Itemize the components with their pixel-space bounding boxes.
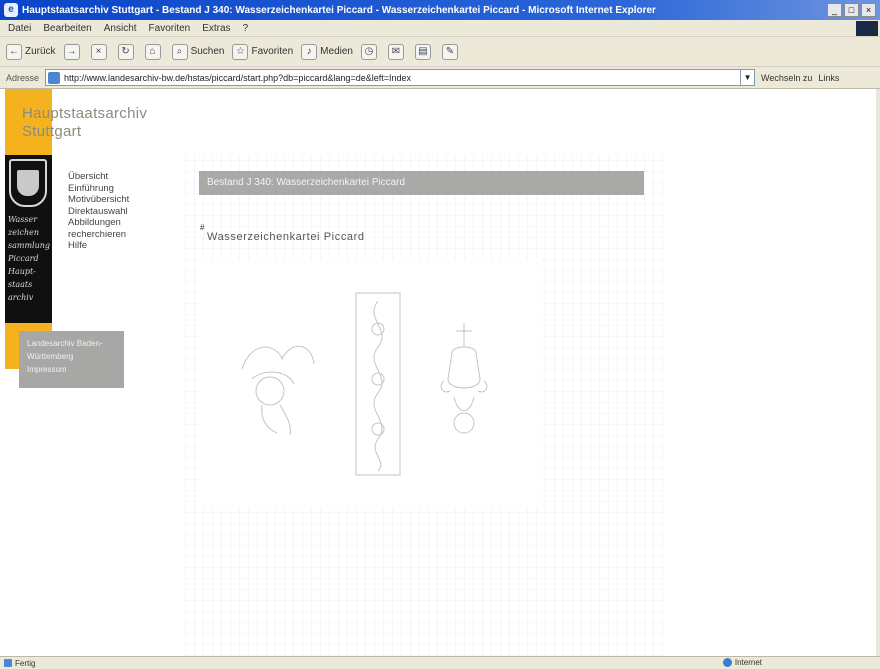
back-arrow-icon: ← [6, 43, 22, 60]
handwriting-line: staats [8, 280, 33, 289]
maximize-button[interactable]: □ [844, 3, 859, 17]
vertical-scrollbar[interactable] [876, 89, 880, 656]
back-label: Zurück [25, 46, 56, 57]
go-button[interactable]: Wechseln zu [761, 73, 812, 83]
security-zone: Internet [722, 658, 762, 667]
menu-favorites[interactable]: Favoriten [149, 23, 191, 34]
title-bar[interactable]: e Hauptstaatsarchiv Stuttgart - Bestand … [0, 0, 880, 20]
zone-label: Internet [734, 658, 762, 667]
browser-window: e Hauptstaatsarchiv Stuttgart - Bestand … [0, 0, 880, 669]
menu-view[interactable]: Ansicht [104, 23, 137, 34]
handwriting-line: Piccard [8, 254, 39, 263]
status-text: Fertig [15, 658, 36, 668]
media-icon: ♪ [301, 43, 318, 60]
info-line[interactable]: Impressum [27, 363, 116, 376]
address-bar: Adresse ▼ Wechseln zu Links [0, 67, 880, 89]
menu-tools[interactable]: Extras [202, 23, 230, 34]
window-title: Hauptstaatsarchiv Stuttgart - Bestand J … [22, 4, 656, 16]
handwriting-line: Haupt- [8, 267, 36, 276]
menu-bar: Datei Bearbeiten Ansicht Favoriten Extra… [0, 20, 880, 37]
address-dropdown[interactable]: ▼ [740, 70, 754, 85]
search-label: Suchen [190, 46, 225, 57]
anchor-mark: # [200, 223, 205, 232]
handwriting-image: Wasser zeichen sammlung Piccard Haupt- s… [8, 213, 50, 317]
forward-arrow-icon: → [63, 43, 80, 60]
search-icon: ⌕ [171, 43, 188, 60]
mail-icon: ✉ [387, 43, 404, 60]
internet-explorer-icon: e [4, 3, 18, 17]
watermark-motif-right [440, 323, 488, 434]
star-icon: ☆ [232, 43, 249, 60]
links-button[interactable]: Links [818, 73, 839, 83]
edit-button[interactable]: ✎ [441, 43, 461, 60]
nav-link-direct-selection[interactable]: Direktauswahl [68, 206, 168, 218]
page-content: Hauptstaatsarchiv Stuttgart Wasser zeich… [0, 89, 880, 656]
toolbar: ← Zurück → × ↻ ⌂ ⌕ Suchen ☆ Favoriten ♪ … [0, 37, 880, 67]
mail-button[interactable]: ✉ [387, 43, 407, 60]
stop-icon: × [90, 43, 107, 60]
handwriting-line: sammlung [8, 241, 50, 250]
info-line[interactable]: Landesarchiv Baden- [27, 337, 116, 350]
globe-icon [722, 658, 732, 667]
stop-button[interactable]: × [90, 43, 110, 60]
watermark-motif-left [241, 346, 315, 436]
site-navigation: Übersicht Einführung Motivübersicht Dire… [68, 171, 168, 252]
site-title-line2: Stuttgart [22, 123, 82, 140]
watermark-illustration [202, 259, 540, 509]
page-status-icon [4, 659, 12, 667]
menu-help[interactable]: ? [243, 23, 249, 34]
media-label: Medien [320, 46, 353, 57]
home-icon: ⌂ [144, 43, 161, 60]
nav-link-images[interactable]: Abbildungen [68, 217, 168, 229]
favorites-label: Favoriten [251, 46, 294, 57]
refresh-button[interactable]: ↻ [117, 43, 137, 60]
watermark-motif-middle [355, 292, 401, 476]
media-button[interactable]: ♪ Medien [301, 43, 353, 60]
windows-logo-icon [856, 21, 878, 36]
menu-edit[interactable]: Bearbeiten [43, 23, 91, 34]
handwriting-line: Wasser [8, 215, 38, 224]
favorites-button[interactable]: ☆ Favoriten [232, 43, 294, 60]
handwriting-line: zeichen [8, 228, 40, 237]
address-label: Adresse [6, 72, 40, 83]
nav-link-introduction[interactable]: Einführung [68, 183, 168, 195]
forward-button[interactable]: → [63, 43, 83, 60]
content-header: Bestand J 340: Wasserzeichenkartei Picca… [199, 171, 644, 195]
history-button[interactable]: ◷ [360, 43, 380, 60]
nav-link-research[interactable]: recherchieren [68, 229, 168, 241]
nav-link-motif-overview[interactable]: Motivübersicht [68, 194, 168, 206]
site-title-line1: Hauptstaatsarchiv [22, 105, 148, 122]
close-button[interactable]: × [861, 3, 876, 17]
info-box: Landesarchiv Baden- Württemberg Impressu… [19, 331, 124, 388]
page-icon [48, 71, 61, 84]
minimize-button[interactable]: _ [827, 3, 842, 17]
edit-icon: ✎ [441, 43, 458, 60]
address-input[interactable] [64, 72, 725, 83]
coat-of-arms-icon [9, 159, 47, 207]
info-line[interactable]: Württemberg [27, 350, 116, 363]
print-button[interactable]: ▤ [414, 43, 434, 60]
address-field[interactable]: ▼ [45, 69, 756, 86]
search-button[interactable]: ⌕ Suchen [171, 43, 225, 60]
status-bar: Fertig Internet [0, 656, 880, 669]
refresh-icon: ↻ [117, 43, 134, 60]
printer-icon: ▤ [414, 43, 431, 60]
site-title: Hauptstaatsarchiv Stuttgart [22, 105, 222, 141]
content-subtitle: Wasserzeichenkartei Piccard [207, 231, 365, 243]
menu-file[interactable]: Datei [8, 23, 31, 34]
handwriting-line: archiv [8, 293, 34, 302]
history-icon: ◷ [360, 43, 377, 60]
home-button[interactable]: ⌂ [144, 43, 164, 60]
window-controls: _ □ × [827, 3, 876, 17]
back-button[interactable]: ← Zurück [6, 43, 56, 60]
nav-link-overview[interactable]: Übersicht [68, 171, 168, 183]
nav-link-help[interactable]: Hilfe [68, 240, 168, 252]
